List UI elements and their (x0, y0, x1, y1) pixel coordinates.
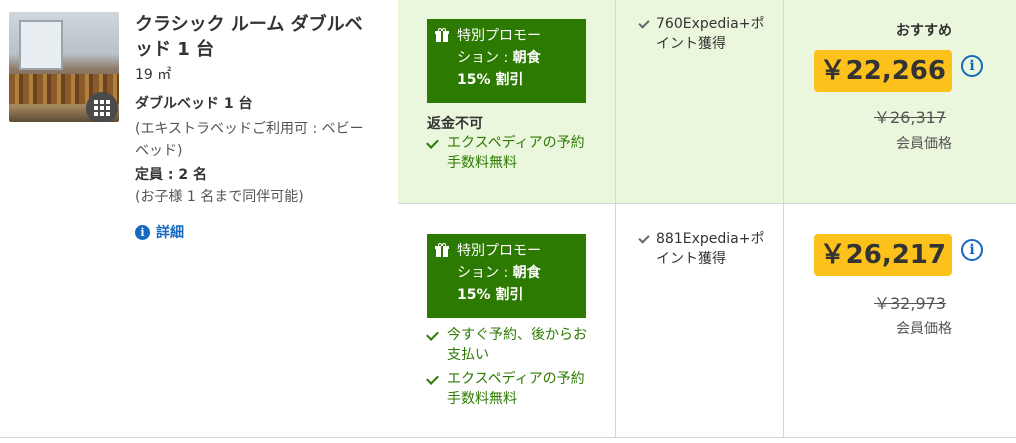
gallery-button[interactable] (86, 92, 118, 122)
promo-line2-bold: 朝食 (512, 265, 541, 281)
room-photo[interactable] (9, 12, 119, 122)
price-info-icon[interactable]: i (961, 239, 983, 261)
column-divider (615, 204, 616, 437)
check-icon (427, 369, 441, 389)
points-text: 760Expedia+ポイント獲得 (656, 16, 765, 52)
strike-price: ￥32,973 (874, 294, 946, 313)
rate-row-1: 特別プロモー ション : 朝食 15% 割引 返金不可 エクスペディアの予約手数… (398, 0, 1016, 203)
room-info: クラシック ルーム ダブルベッド 1 台 19 ㎡ ダブルベッド 1 台 (エキ… (0, 0, 398, 437)
strike-price: ￥26,317 (874, 108, 946, 127)
recommend-label: おすすめ (896, 23, 952, 39)
rate-row-2: 特別プロモー ション : 朝食 15% 割引 今すぐ予約、後からお支払い エクス… (398, 203, 1016, 437)
points-text: 881Expedia+ポイント獲得 (656, 231, 765, 267)
price-column: ￥26,217 i ￥32,973 会員価格 (784, 204, 1016, 437)
feature-item: エクスペディアの予約手数料無料 (427, 133, 597, 173)
price-column: おすすめ ￥22,266 i ￥26,317 会員価格 (784, 0, 1016, 203)
check-icon (638, 14, 652, 34)
bed-type: ダブルベッド 1 台 (135, 96, 253, 112)
promo-badge: 特別プロモー ション : 朝食 15% 割引 (427, 234, 586, 318)
promo-line3: 15% 割引 (457, 287, 524, 303)
points-earned: 881Expedia+ポイント獲得 (638, 229, 778, 269)
promo-line2: ション : (457, 265, 513, 281)
price-badge: ￥22,266 (813, 50, 952, 92)
promo-line2-bold: 朝食 (512, 50, 541, 66)
gift-icon (435, 243, 449, 257)
grid-icon (94, 100, 110, 116)
promo-line1: 特別プロモー (457, 28, 541, 44)
price-info-icon[interactable]: i (961, 55, 983, 77)
info-icon: i (135, 224, 150, 240)
room-size: 19 ㎡ (135, 67, 172, 83)
feature-text: エクスペディアの予約手数料無料 (447, 135, 585, 171)
children-note: (お子様 1 名まで同伴可能) (135, 189, 304, 205)
price-badge: ￥26,217 (813, 234, 952, 276)
room-title: クラシック ルーム ダブルベッド 1 台 (135, 14, 363, 60)
refund-policy: 返金不可 (427, 116, 483, 132)
member-price-label: 会員価格 (896, 136, 952, 152)
check-icon (427, 133, 441, 153)
feature-item: 今すぐ予約、後からお支払い (427, 325, 597, 365)
promo-badge: 特別プロモー ション : 朝食 15% 割引 (427, 19, 586, 103)
details-link[interactable]: i 詳細 (135, 222, 184, 242)
feature-item: エクスペディアの予約手数料無料 (427, 369, 597, 409)
column-divider (615, 0, 616, 203)
promo-line1: 特別プロモー (457, 243, 541, 259)
check-icon (638, 229, 652, 249)
feature-text: 今すぐ予約、後からお支払い (447, 327, 587, 363)
feature-text: エクスペディアの予約手数料無料 (447, 371, 585, 407)
room-photo-window (19, 20, 63, 70)
details-label: 詳細 (156, 225, 184, 241)
gift-icon (435, 28, 449, 42)
member-price-label: 会員価格 (896, 321, 952, 337)
points-earned: 760Expedia+ポイント獲得 (638, 14, 778, 54)
promo-line3: 15% 割引 (457, 72, 524, 88)
bottom-divider (0, 437, 1016, 438)
occupancy: 定員 : 2 名 (135, 167, 207, 183)
check-icon (427, 325, 441, 345)
extra-bed-note: (エキストラベッドご利用可 : ベビーベッド) (135, 121, 364, 159)
promo-line2: ション : (457, 50, 513, 66)
